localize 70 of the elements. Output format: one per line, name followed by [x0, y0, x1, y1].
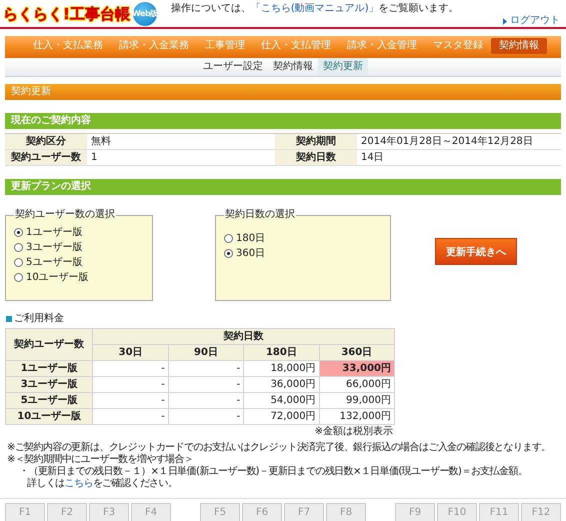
radio-option[interactable]: 360日: [224, 246, 382, 261]
table-header: 契約区分: [5, 134, 87, 150]
nav-tab[interactable]: 契約情報: [491, 38, 547, 54]
table-cell: 66,000円: [319, 376, 394, 392]
table-header: 10ユーザー版: [6, 408, 93, 424]
table-cell: 132,000円: [319, 408, 394, 424]
note-text: 詳しくはこちらをご確認ください。: [26, 478, 178, 490]
table-cell: 14日: [357, 150, 561, 166]
table-header: 契約ユーザー数: [6, 328, 93, 360]
nav-tab[interactable]: 工事管理: [197, 38, 253, 54]
tax-note: ※金額は税別表示: [314, 426, 393, 437]
table-header: 180日: [244, 344, 320, 360]
radio-option[interactable]: 1ユーザー版: [14, 225, 144, 240]
nav-tab[interactable]: 仕入・支払管理: [253, 38, 339, 54]
table-header: 30日: [92, 344, 168, 360]
logo-badge: Web版: [132, 2, 157, 26]
nav-tab[interactable]: 仕入・支払業務: [25, 38, 111, 54]
table-cell: 54,000円: [244, 392, 320, 408]
table-cell: -: [92, 360, 168, 376]
table-cell: 2014年01月28日～2014年12月28日: [357, 134, 561, 150]
sub-tab[interactable]: 契約更新: [318, 58, 368, 76]
square-icon: [6, 316, 12, 322]
table-header: 5ユーザー版: [6, 392, 93, 408]
table-cell: -: [92, 392, 168, 408]
notice-text: 操作については、「こちら(動画マニュアル)」をご覧願います。: [170, 3, 459, 15]
table-header: 90日: [168, 344, 244, 360]
fees-title: ご利用料金: [14, 313, 64, 325]
table-cell: -: [168, 360, 244, 376]
note-text: ※ご契約内容の更新は、クレジットカードでのお支払いはクレジット決済完了後、銀行振込の場合はご入金の確認後となります。: [7, 442, 552, 454]
sub-tab[interactable]: 契約情報: [268, 58, 318, 76]
table-header: 契約ユーザー数: [5, 150, 87, 166]
radio-option[interactable]: 5ユーザー版: [14, 255, 144, 270]
section-title: 現在のご契約内容: [5, 113, 561, 129]
table-header: 契約日数: [275, 150, 357, 166]
group-legend: 契約ユーザー数の選択: [14, 209, 116, 221]
renew-button[interactable]: 更新手続きへ: [435, 238, 517, 265]
table-cell: -: [92, 408, 168, 424]
nav-tab[interactable]: マスタ登録: [425, 38, 491, 54]
table-cell: 18,000円: [244, 360, 320, 376]
table-cell: -: [92, 376, 168, 392]
table-cell: -: [168, 376, 244, 392]
table-cell: 1: [87, 150, 275, 166]
table-cell: 72,000円: [244, 408, 320, 424]
radio-option[interactable]: 180日: [224, 231, 382, 246]
formula-text: ・（更新日までの残日数－１）×１日単価(新ユーザー数)－更新日までの残日数×１日単価(現ユーザー数)＝お支払金額。: [18, 466, 528, 478]
table-cell: 99,000円: [319, 392, 394, 408]
section-title: 更新プランの選択: [5, 179, 561, 195]
nav-tab[interactable]: 請求・入金管理: [339, 38, 425, 54]
table-cell: -: [168, 392, 244, 408]
note-text: ※＜契約期間中にユーザー数を増やす場合＞: [7, 454, 194, 466]
table-cell: 33,000円: [319, 360, 394, 376]
table-cell: -: [168, 408, 244, 424]
table-header: 360日: [319, 344, 394, 360]
radio-option[interactable]: 3ユーザー版: [14, 240, 144, 255]
logo: らくらく!工事台帳: [3, 4, 130, 24]
table-cell: 無料: [87, 134, 275, 150]
arrow-icon: [503, 18, 507, 24]
table-header: 契約期間: [275, 134, 357, 150]
radio-option[interactable]: 10ユーザー版: [14, 270, 144, 285]
nav-tab[interactable]: 請求・入金業務: [111, 38, 197, 54]
table-header: 契約日数: [92, 328, 394, 344]
page-title: 契約更新: [5, 84, 561, 100]
table-header: 3ユーザー版: [6, 376, 93, 392]
details-link[interactable]: こちら: [64, 478, 93, 489]
manual-link[interactable]: 「こちら(動画マニュアル)」: [250, 3, 379, 14]
logout-link[interactable]: ログアウト: [503, 15, 560, 27]
group-legend: 契約日数の選択: [224, 209, 296, 221]
table-cell: 36,000円: [244, 376, 320, 392]
sub-tab[interactable]: ユーザー設定: [198, 58, 268, 76]
table-header: 1ユーザー版: [6, 360, 93, 376]
